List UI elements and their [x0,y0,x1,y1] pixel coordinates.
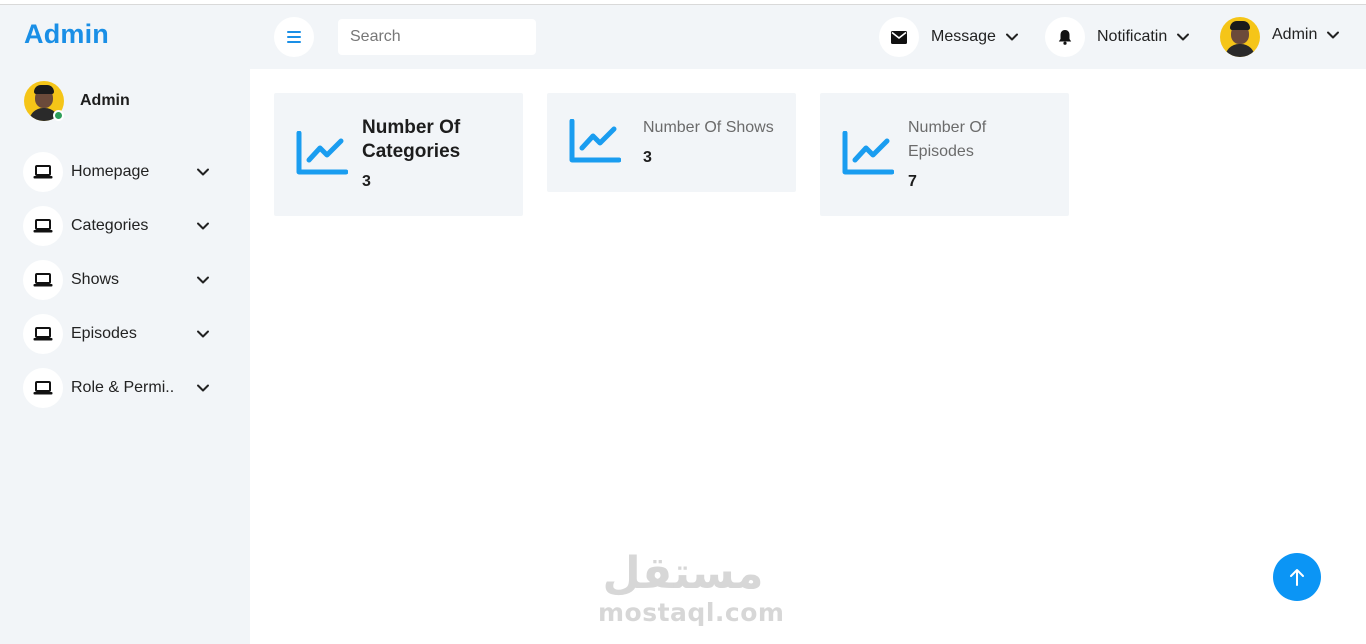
watermark: مستقل mostaql.com [598,548,785,627]
chevron-down-icon[interactable] [195,326,211,342]
sidebar-item-label: Categories [71,217,149,234]
stat-card-shows[interactable]: Number Of Shows 3 [547,93,796,192]
sidebar-item-shows[interactable]: Shows [23,260,223,300]
menu-toggle-button[interactable] [274,17,314,57]
chevron-down-icon [1177,33,1190,41]
sidebar-item-categories[interactable]: Categories [23,206,223,246]
online-status-dot [53,110,64,121]
user-menu[interactable]: Admin [1220,17,1341,57]
card-value: 3 [643,149,652,166]
sidebar-item-label: Homepage [71,163,150,180]
card-value: 3 [362,173,371,190]
chart-line-icon [569,119,621,163]
avatar [1220,17,1260,57]
card-title: Number Of Shows [643,119,774,136]
laptop-icon [23,260,63,300]
message-label: Message [931,28,996,45]
user-label: Admin [1272,26,1318,43]
chevron-down-icon [1005,33,1018,41]
scroll-to-top-button[interactable] [1273,553,1321,601]
watermark-latin: mostaql.com [598,598,785,627]
brand-logo[interactable]: Admin [24,19,109,50]
chevron-down-icon[interactable] [195,164,211,180]
laptop-icon [23,368,63,408]
bell-icon [1045,17,1085,57]
sidebar-item-episodes[interactable]: Episodes [23,314,223,354]
sidebar-item-homepage[interactable]: Homepage [23,152,223,192]
sidebar-item-roles-permissions[interactable]: Role & Permi.. [23,368,223,408]
stat-card-episodes[interactable]: Number Of Episodes 7 [820,93,1069,216]
sidebar-item-label: Shows [71,271,120,288]
profile-name: Admin [80,92,130,109]
notification-label: Notificatin [1097,28,1168,45]
sidebar-item-label: Episodes [71,325,137,342]
chevron-down-icon [1327,31,1340,39]
sidebar-item-label: Role & Permi.. [71,379,175,396]
message-menu[interactable]: Message [879,17,1020,57]
chart-line-icon [296,131,348,175]
chevron-down-icon[interactable] [195,218,211,234]
search-input[interactable] [338,19,536,55]
sidebar-profile[interactable]: Admin [24,81,130,121]
sidebar-nav: Homepage Categories Shows Episodes Role … [23,152,223,422]
chart-line-icon [842,131,894,175]
chevron-down-icon[interactable] [195,380,211,396]
laptop-icon [23,152,63,192]
card-value: 7 [908,173,917,190]
top-header: Message Notificatin Admin [250,5,1366,69]
hamburger-icon [287,31,301,43]
chevron-down-icon[interactable] [195,272,211,288]
envelope-icon [879,17,919,57]
stat-card-categories[interactable]: Number Of Categories 3 [274,93,523,216]
notification-menu[interactable]: Notificatin [1045,17,1191,57]
watermark-arabic: مستقل [602,548,764,599]
laptop-icon [23,206,63,246]
arrow-up-icon [1290,569,1304,586]
laptop-icon [23,314,63,354]
card-title: Number Of Episodes [908,119,987,160]
card-title: Number Of Categories [362,117,461,162]
sidebar: Admin Admin Homepage Categories Shows Ep… [0,5,250,644]
